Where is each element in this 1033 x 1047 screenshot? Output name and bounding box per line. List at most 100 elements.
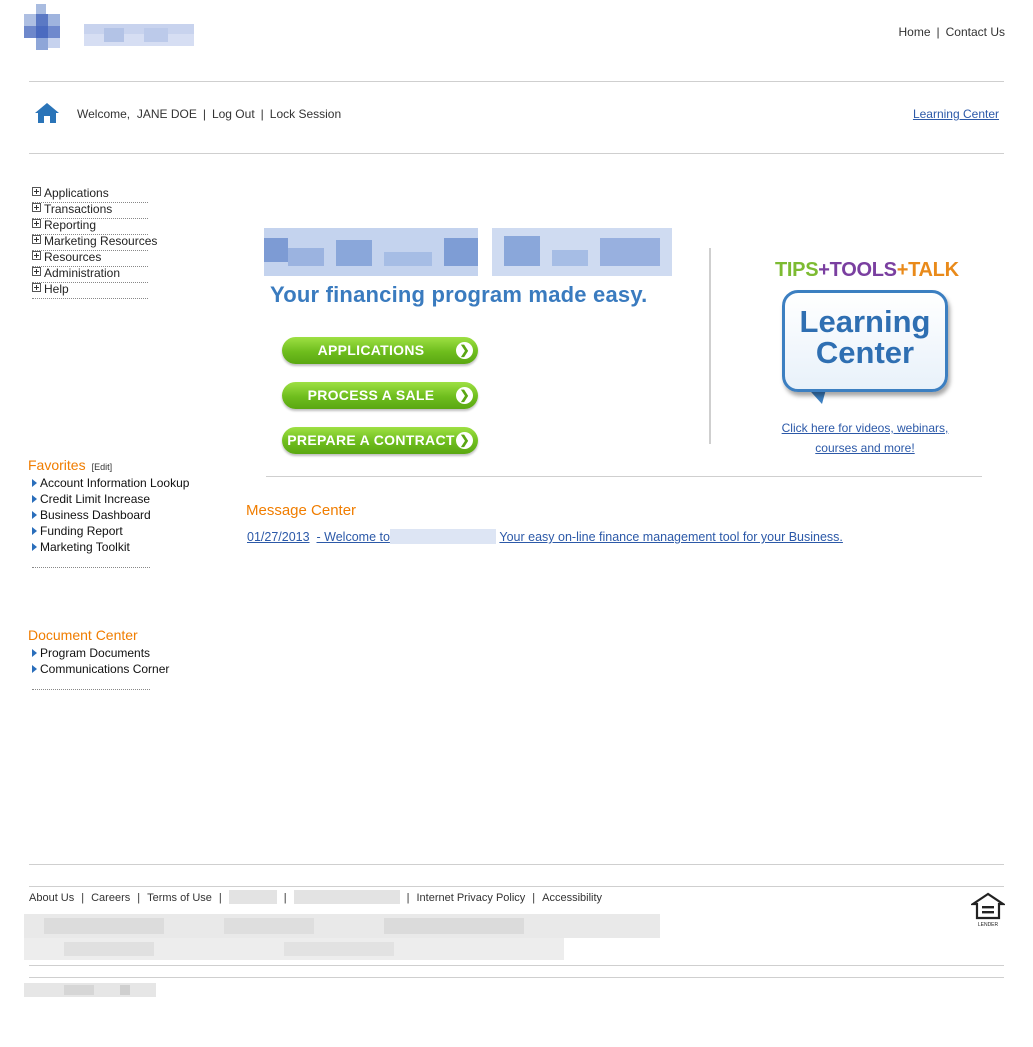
nav-label: Transactions bbox=[44, 202, 113, 216]
tips-text: TIPS bbox=[775, 259, 819, 281]
arrow-right-icon bbox=[32, 543, 37, 551]
redacted-link[interactable] bbox=[228, 890, 277, 904]
arrow-right-icon bbox=[32, 665, 37, 673]
welcome-label: Welcome, bbox=[77, 107, 131, 121]
document-center-title: Document Center bbox=[28, 627, 138, 643]
message-center-title: Message Center bbox=[246, 502, 357, 519]
nav-item-applications[interactable]: Applications bbox=[32, 187, 148, 203]
nav-label: Applications bbox=[44, 186, 109, 200]
expand-icon[interactable] bbox=[32, 203, 41, 212]
nav-label: Marketing Resources bbox=[44, 234, 158, 248]
favorites-edit-link[interactable]: [Edit] bbox=[92, 462, 113, 472]
expand-icon[interactable] bbox=[32, 187, 41, 196]
home-link[interactable]: Home bbox=[899, 25, 931, 39]
document-item[interactable]: Program Documents bbox=[28, 645, 169, 661]
message-prefix[interactable]: - Welcome to bbox=[317, 530, 390, 544]
favorite-label: Marketing Toolkit bbox=[40, 540, 130, 554]
favorite-label: Account Information Lookup bbox=[40, 476, 190, 490]
divider bbox=[266, 476, 982, 477]
divider bbox=[709, 248, 711, 444]
logout-link[interactable]: Log Out bbox=[212, 107, 255, 121]
equal-housing-icon: LENDER bbox=[969, 892, 1007, 928]
favorites-title: Favorites bbox=[28, 457, 86, 473]
program-name-redacted bbox=[264, 228, 672, 276]
divider bbox=[29, 864, 1004, 865]
favorite-item[interactable]: Marketing Toolkit bbox=[28, 539, 189, 555]
sidebar-nav: Applications Transactions Reporting Mark… bbox=[32, 187, 157, 299]
divider bbox=[29, 81, 1004, 82]
chevron-right-icon: ❯ bbox=[456, 432, 473, 449]
top-links: Home | Contact Us bbox=[898, 25, 1006, 39]
learning-center-link[interactable]: Learning Center bbox=[913, 107, 999, 121]
favorite-label: Credit Limit Increase bbox=[40, 492, 151, 506]
lock-session-link[interactable]: Lock Session bbox=[270, 107, 341, 121]
nav-label: Administration bbox=[44, 266, 121, 280]
arrow-right-icon bbox=[32, 495, 37, 503]
document-center-section: Document Center Program Documents Commun… bbox=[28, 627, 169, 690]
message-item[interactable]: 01/27/2013 - Welcome to Your easy on-lin… bbox=[247, 529, 843, 544]
divider bbox=[29, 977, 1004, 978]
nav-label: Help bbox=[44, 282, 69, 296]
accessibility-link[interactable]: Accessibility bbox=[542, 892, 602, 904]
document-label: Program Documents bbox=[40, 646, 151, 660]
button-label: APPLICATIONS bbox=[317, 342, 425, 358]
learning-center-bubble-text: Learning Center bbox=[782, 306, 948, 368]
process-sale-button[interactable]: PROCESS A SALE ❯ bbox=[282, 382, 478, 409]
nav-label: Reporting bbox=[44, 218, 97, 232]
expand-icon[interactable] bbox=[32, 219, 41, 228]
tools-text: TOOLS bbox=[829, 259, 897, 281]
nav-item-reporting[interactable]: Reporting bbox=[32, 219, 148, 235]
home-icon[interactable] bbox=[34, 102, 60, 124]
chevron-right-icon: ❯ bbox=[456, 342, 473, 359]
contact-us-link[interactable]: Contact Us bbox=[946, 25, 1005, 39]
favorites-section: Favorites [Edit] Account Information Look… bbox=[28, 457, 189, 568]
button-label: PROCESS A SALE bbox=[307, 387, 435, 403]
arrow-right-icon bbox=[32, 649, 37, 657]
expand-icon[interactable] bbox=[32, 283, 41, 292]
bubble-line: Center bbox=[815, 335, 915, 370]
expand-icon[interactable] bbox=[32, 235, 41, 244]
learning-center-caption-link[interactable]: Click here for videos, webinars, courses… bbox=[760, 418, 970, 458]
prepare-contract-button[interactable]: PREPARE A CONTRACT ❯ bbox=[282, 427, 478, 454]
caption-line: Click here for videos, webinars, bbox=[781, 421, 949, 435]
chevron-right-icon: ❯ bbox=[456, 387, 473, 404]
divider bbox=[29, 153, 1004, 154]
tips-tools-talk-heading: TIPS+TOOLS+TALK bbox=[775, 259, 959, 281]
nav-item-resources[interactable]: Resources bbox=[32, 251, 148, 267]
divider bbox=[32, 689, 150, 690]
divider bbox=[32, 567, 150, 568]
message-text[interactable]: Your easy on-line finance management too… bbox=[499, 530, 843, 544]
nav-item-transactions[interactable]: Transactions bbox=[32, 203, 148, 219]
welcome-bar: Welcome, JANE DOE | Log Out | Lock Session bbox=[77, 107, 342, 121]
terms-of-use-link[interactable]: Terms of Use bbox=[147, 892, 212, 904]
footer-links: About Us | Careers | Terms of Use | | | Internet… bbox=[29, 890, 603, 904]
privacy-policy-link[interactable]: Internet Privacy Policy bbox=[416, 892, 525, 904]
arrow-right-icon bbox=[32, 527, 37, 535]
message-date[interactable]: 01/27/2013 bbox=[247, 530, 310, 544]
arrow-right-icon bbox=[32, 479, 37, 487]
redacted-link[interactable] bbox=[293, 890, 400, 904]
nav-item-marketing-resources[interactable]: Marketing Resources bbox=[32, 235, 157, 251]
about-us-link[interactable]: About Us bbox=[29, 892, 74, 904]
expand-icon[interactable] bbox=[32, 251, 41, 260]
favorite-item[interactable]: Funding Report bbox=[28, 523, 189, 539]
caption-line: courses and more! bbox=[815, 441, 915, 455]
redacted-name bbox=[389, 529, 496, 544]
favorite-item[interactable]: Credit Limit Increase bbox=[28, 491, 189, 507]
nav-item-administration[interactable]: Administration bbox=[32, 267, 148, 283]
careers-link[interactable]: Careers bbox=[91, 892, 130, 904]
logo[interactable] bbox=[24, 4, 194, 56]
divider bbox=[29, 886, 1004, 887]
nav-item-help[interactable]: Help bbox=[32, 283, 148, 299]
expand-icon[interactable] bbox=[32, 267, 41, 276]
arrow-right-icon bbox=[32, 511, 37, 519]
document-item[interactable]: Communications Corner bbox=[28, 661, 169, 677]
favorite-item[interactable]: Business Dashboard bbox=[28, 507, 189, 523]
divider bbox=[29, 965, 1004, 966]
svg-text:LENDER: LENDER bbox=[978, 922, 999, 928]
redacted-legal-text bbox=[24, 914, 660, 960]
document-label: Communications Corner bbox=[40, 662, 170, 676]
favorite-item[interactable]: Account Information Lookup bbox=[28, 475, 189, 491]
applications-button[interactable]: APPLICATIONS ❯ bbox=[282, 337, 478, 364]
tagline: Your financing program made easy. bbox=[270, 282, 648, 307]
